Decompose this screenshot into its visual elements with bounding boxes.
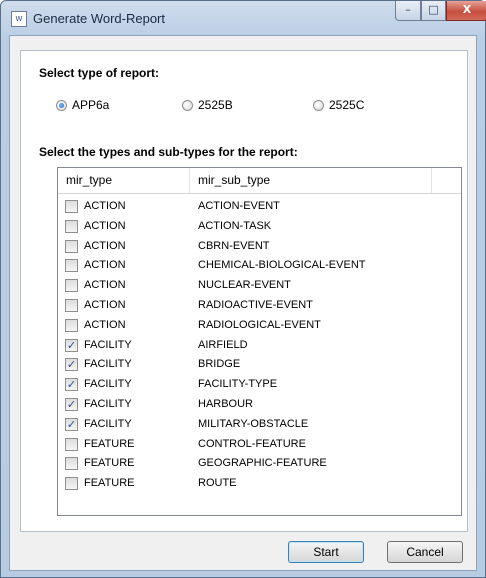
cell-mir-type: FACILITY [84, 378, 132, 391]
cell-mir-sub-type: ACTION-TASK [198, 219, 272, 232]
cell-mir-sub-type: ROUTE [198, 477, 237, 490]
radio-button-icon[interactable] [313, 99, 324, 111]
cell-mir-type: ACTION [84, 318, 126, 331]
types-heading: Select the types and sub-types for the r… [39, 145, 298, 159]
radio-2525b[interactable]: 2525B [182, 96, 233, 114]
cell-mir-sub-type: BRIDGE [198, 358, 241, 371]
cell-mir-type: FACILITY [84, 417, 132, 430]
checkbox-checked[interactable]: ✓ [65, 398, 78, 411]
report-type-group: APP6a 2525B 2525C [56, 96, 456, 114]
cell-mir-sub-type: GEOGRAPHIC-FEATURE [198, 457, 327, 470]
cell-mir-sub-type: AIRFIELD [198, 338, 248, 351]
cell-mir-sub-type: MILITARY-OBSTACLE [198, 417, 309, 430]
table-row[interactable]: ACTION NUCLEAR-EVENT [58, 276, 461, 296]
radio-label: APP6a [72, 98, 110, 112]
cell-mir-sub-type: CHEMICAL-BIOLOGICAL-EVENT [198, 259, 366, 272]
radio-label: 2525C [329, 98, 365, 112]
report-type-heading: Select type of report: [39, 66, 160, 80]
radio-label: 2525B [198, 98, 233, 112]
checkmark-icon: ✓ [66, 378, 77, 392]
checkmark-icon: ✓ [66, 398, 77, 411]
table-row[interactable]: ✓ FACILITY FACILITY-TYPE [58, 375, 461, 395]
cell-mir-type: FEATURE [84, 437, 135, 450]
checkbox-checked[interactable]: ✓ [65, 378, 78, 392]
cell-mir-sub-type: RADIOACTIVE-EVENT [198, 299, 313, 311]
table-row[interactable]: ACTION RADIOACTIVE-EVENT [58, 296, 461, 316]
cell-mir-type: FEATURE [84, 457, 135, 470]
title-bar[interactable]: W Generate Word-Report – □ X [1, 1, 486, 35]
radio-button-icon[interactable] [182, 99, 193, 111]
table-row[interactable]: ACTION CBRN-EVENT [58, 237, 461, 257]
cell-mir-sub-type: FACILITY-TYPE [198, 378, 278, 391]
table-row[interactable]: ✓ FACILITY HARBOUR [58, 395, 461, 415]
table-row[interactable]: ACTION RADIOLOGICAL-EVENT [58, 316, 461, 336]
checkbox-checked[interactable]: ✓ [65, 358, 78, 372]
radio-app6a[interactable]: APP6a [56, 96, 109, 114]
checkbox-unchecked[interactable] [65, 279, 78, 293]
cell-mir-sub-type: CONTROL-FEATURE [198, 437, 306, 450]
column-header-mir-type[interactable]: mir_type [58, 168, 190, 193]
cell-mir-type: FEATURE [84, 477, 135, 490]
cell-mir-type: FACILITY [84, 358, 132, 371]
cell-mir-type: FACILITY [84, 338, 132, 351]
checkmark-icon: ✓ [66, 338, 77, 352]
radio-button-icon[interactable] [56, 99, 67, 111]
cell-mir-type: ACTION [84, 279, 126, 292]
checkbox-unchecked[interactable] [65, 318, 78, 332]
cell-mir-type: ACTION [84, 219, 126, 232]
cell-mir-type: ACTION [84, 259, 126, 272]
cell-mir-type: FACILITY [84, 398, 132, 410]
table-row[interactable]: ACTION CHEMICAL-BIOLOGICAL-EVENT [58, 256, 461, 276]
radio-2525c[interactable]: 2525C [313, 96, 364, 114]
table-header: mir_type mir_sub_type [58, 168, 461, 194]
checkbox-unchecked[interactable] [65, 477, 78, 491]
cell-mir-sub-type: CBRN-EVENT [198, 239, 270, 252]
start-button[interactable]: Start [288, 541, 364, 563]
word-report-icon: W [11, 11, 27, 27]
cell-mir-sub-type: HARBOUR [198, 398, 254, 410]
checkbox-unchecked[interactable] [65, 457, 78, 471]
cancel-button[interactable]: Cancel [387, 541, 463, 563]
checkbox-unchecked[interactable] [65, 200, 78, 213]
table-row[interactable]: FEATURE ROUTE [58, 474, 461, 494]
table-row[interactable]: ✓ FACILITY MILITARY-OBSTACLE [58, 415, 461, 435]
table-row[interactable]: FEATURE CONTROL-FEATURE [58, 435, 461, 455]
checkbox-checked[interactable]: ✓ [65, 338, 78, 352]
checkbox-unchecked[interactable] [65, 299, 78, 312]
checkmark-icon: ✓ [66, 417, 77, 431]
checkbox-unchecked[interactable] [65, 239, 78, 253]
cell-mir-type: ACTION [84, 239, 126, 252]
column-header-filler [432, 168, 461, 193]
cell-mir-sub-type: ACTION-EVENT [198, 200, 280, 212]
column-header-mir-sub-type[interactable]: mir_sub_type [190, 168, 432, 193]
cell-mir-sub-type: RADIOLOGICAL-EVENT [198, 318, 321, 331]
cell-mir-type: ACTION [84, 200, 126, 212]
maximize-button[interactable]: □ [421, 1, 446, 21]
types-table[interactable]: mir_type mir_sub_type ACTION ACTION-EVENT… [57, 167, 462, 516]
checkmark-icon: ✓ [66, 358, 77, 372]
table-row[interactable]: ✓ FACILITY BRIDGE [58, 355, 461, 375]
table-row[interactable]: ✓ FACILITY AIRFIELD [58, 336, 461, 356]
cell-mir-type: ACTION [84, 299, 126, 311]
minimize-button[interactable]: – [395, 1, 421, 21]
checkbox-unchecked[interactable] [65, 437, 78, 451]
window-title: Generate Word-Report [33, 11, 165, 26]
cell-mir-sub-type: NUCLEAR-EVENT [198, 279, 291, 292]
checkbox-checked[interactable]: ✓ [65, 417, 78, 431]
checkbox-unchecked[interactable] [65, 219, 78, 233]
close-button[interactable]: X [446, 1, 486, 21]
checkbox-unchecked[interactable] [65, 259, 78, 273]
table-row[interactable]: FEATURE GEOGRAPHIC-FEATURE [58, 454, 461, 474]
table-row[interactable]: ACTION ACTION-EVENT [58, 197, 461, 217]
table-row[interactable]: ACTION ACTION-TASK [58, 217, 461, 237]
